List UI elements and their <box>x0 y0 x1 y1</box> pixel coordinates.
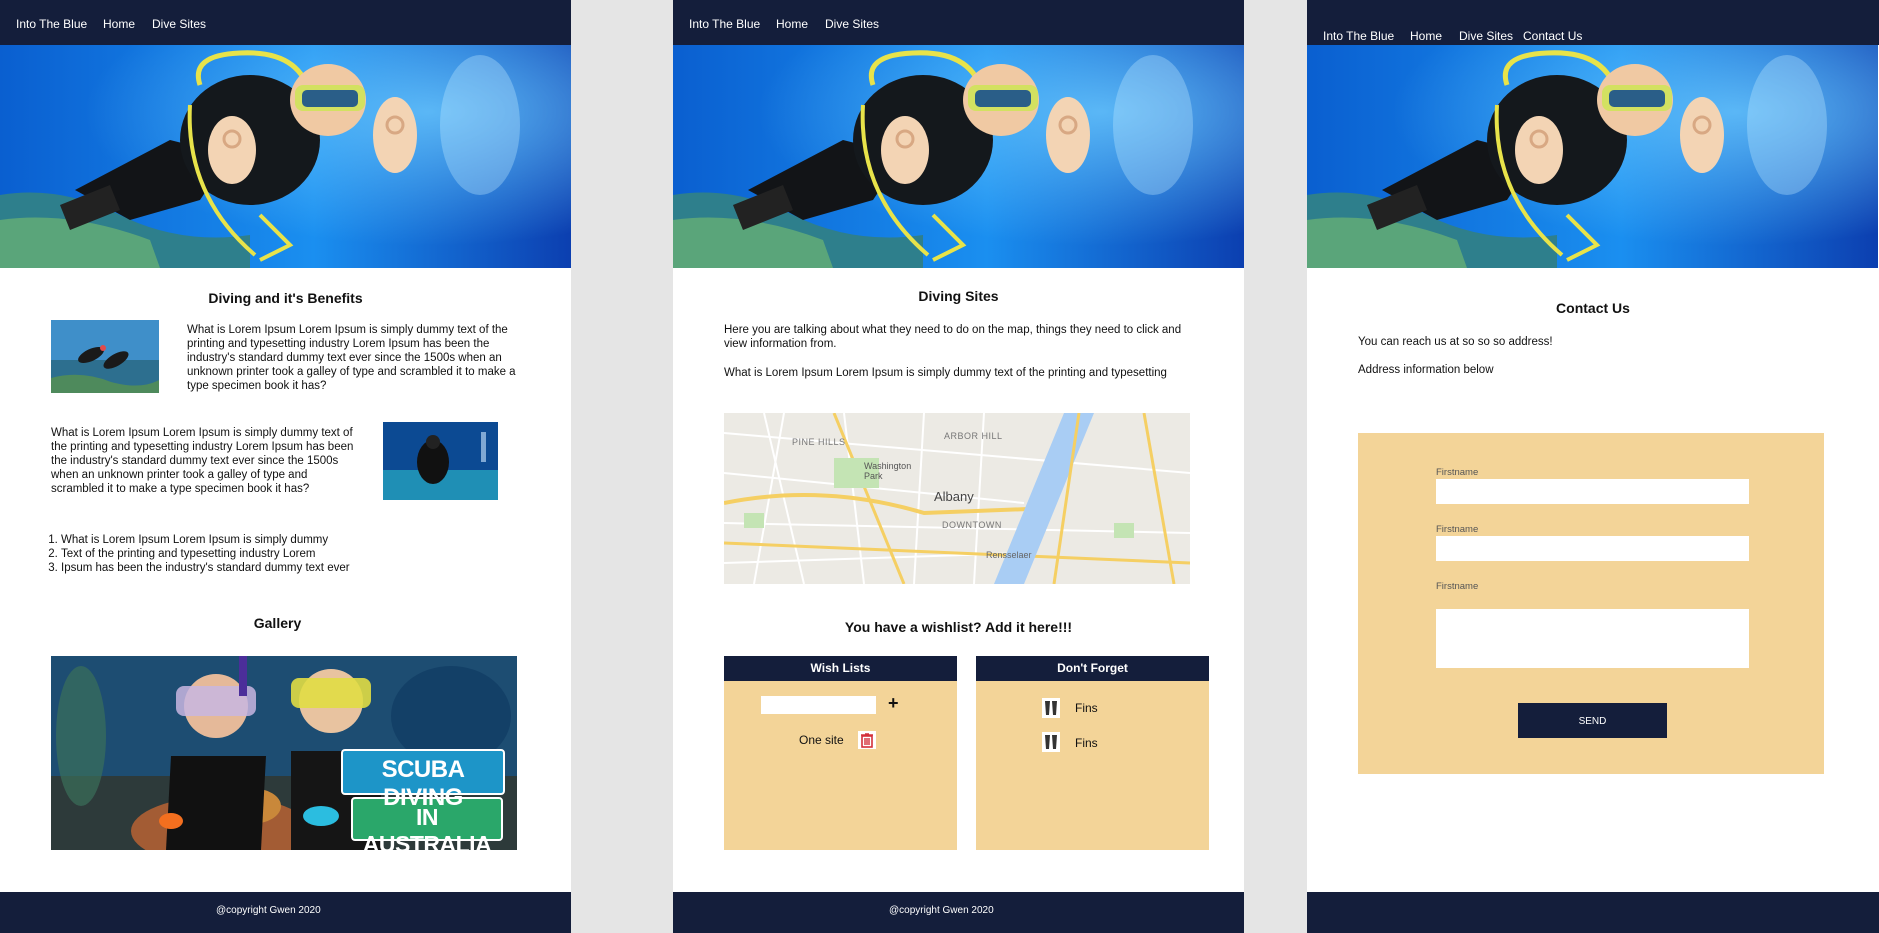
dont-forget-item: Fins <box>1075 736 1098 750</box>
footer: @copyright Gwen 2020 <box>0 892 571 933</box>
plus-icon[interactable]: + <box>888 694 899 712</box>
hero-image <box>0 45 571 268</box>
nav-dive-sites[interactable]: Dive Sites <box>1459 29 1513 43</box>
hero-image <box>673 45 1244 268</box>
wish-list-panel: Wish Lists + One site <box>724 656 957 850</box>
contact-line-1: You can reach us at so so so address! <box>1358 336 1553 348</box>
banner-line-2: IN AUSTRALIA <box>362 804 492 850</box>
map-label-arbor-hill: ARBOR HILL <box>944 431 1003 441</box>
map-label-albany: Albany <box>934 489 974 504</box>
top-nav: Into The Blue Home Dive Sites <box>673 0 1244 45</box>
brand-link[interactable]: Into The Blue <box>16 17 87 31</box>
map-label-downtown: DOWNTOWN <box>942 520 1002 530</box>
dont-forget-panel: Don't Forget Fins Fins <box>976 656 1209 850</box>
firstname-field[interactable] <box>1436 536 1749 561</box>
wish-list-input[interactable] <box>761 696 876 714</box>
dont-forget-item: Fins <box>1075 701 1098 715</box>
wish-list-item: One site <box>799 733 844 747</box>
sites-intro: Here you are talking about what they nee… <box>724 324 1182 350</box>
copyright-text: @copyright Gwen 2020 <box>216 905 321 916</box>
fins-icon <box>1042 698 1060 718</box>
firstname-field[interactable] <box>1436 479 1749 504</box>
list-item: Ipsum has been the industry's standard d… <box>61 561 350 575</box>
nav-home[interactable]: Home <box>1410 29 1442 43</box>
firstname-label: Firstname <box>1436 581 1479 592</box>
firstname-label: Firstname <box>1436 467 1479 478</box>
trash-icon[interactable] <box>858 731 876 749</box>
footer: @copyright Gwen 2020 <box>673 892 1244 933</box>
benefits-paragraph-2: What is Lorem Ipsum Lorem Ipsum is simpl… <box>51 427 354 495</box>
fins-icon <box>1042 732 1060 752</box>
benefits-list: What is Lorem Ipsum Lorem Ipsum is simpl… <box>51 533 350 575</box>
list-item: Text of the printing and typesetting ind… <box>61 547 350 561</box>
contact-form: Firstname Firstname Firstname SEND <box>1358 433 1824 774</box>
brand-link[interactable]: Into The Blue <box>1323 29 1394 43</box>
nav-contact[interactable]: Contact Us <box>1523 29 1582 43</box>
wish-list-header: Wish Lists <box>724 656 957 681</box>
list-item: What is Lorem Ipsum Lorem Ipsum is simpl… <box>61 533 350 547</box>
wishlist-prompt: You have a wishlist? Add it here!!! <box>844 619 1073 635</box>
home-page: Into The Blue Home Dive Sites Diving and… <box>0 0 571 933</box>
divers-thumbnail-2 <box>383 422 498 500</box>
sites-title: Diving Sites <box>918 288 999 304</box>
map-label-washington-park: Washington Park <box>864 461 912 481</box>
contact-page: Into The Blue Home Dive Sites Contact Us… <box>1307 0 1879 933</box>
footer <box>1307 892 1879 933</box>
contact-title: Contact Us <box>1556 300 1630 316</box>
benefits-paragraph-1: What is Lorem Ipsum Lorem Ipsum is simpl… <box>187 324 516 392</box>
message-field[interactable] <box>1436 609 1749 668</box>
gallery-image: SCUBA DIVING IN AUSTRALIA <box>51 656 517 850</box>
map[interactable]: PINE HILLS ARBOR HILL Washington Park Al… <box>724 413 1190 584</box>
hero-image <box>1307 45 1879 268</box>
nav-home[interactable]: Home <box>103 17 135 31</box>
dont-forget-header: Don't Forget <box>976 656 1209 681</box>
divers-thumbnail-1 <box>51 320 159 393</box>
dive-sites-page: Into The Blue Home Dive Sites Diving Sit… <box>673 0 1244 933</box>
gallery-title: Gallery <box>253 615 302 631</box>
brand-link[interactable]: Into The Blue <box>689 17 760 31</box>
sites-intro-2: What is Lorem Ipsum Lorem Ipsum is simpl… <box>724 367 1167 379</box>
nav-dive-sites[interactable]: Dive Sites <box>152 17 206 31</box>
contact-line-2: Address information below <box>1358 364 1494 376</box>
firstname-label: Firstname <box>1436 524 1479 535</box>
benefits-title: Diving and it's Benefits <box>208 290 363 306</box>
nav-home[interactable]: Home <box>776 17 808 31</box>
top-nav: Into The Blue Home Dive Sites <box>0 0 571 45</box>
send-button[interactable]: SEND <box>1518 703 1667 738</box>
map-label-pine-hills: PINE HILLS <box>792 437 846 447</box>
nav-dive-sites[interactable]: Dive Sites <box>825 17 879 31</box>
map-label-rensselaer: Rensselaer <box>986 550 1032 560</box>
top-nav: Into The Blue Home Dive Sites Contact Us <box>1307 0 1879 45</box>
copyright-text: @copyright Gwen 2020 <box>889 905 994 916</box>
